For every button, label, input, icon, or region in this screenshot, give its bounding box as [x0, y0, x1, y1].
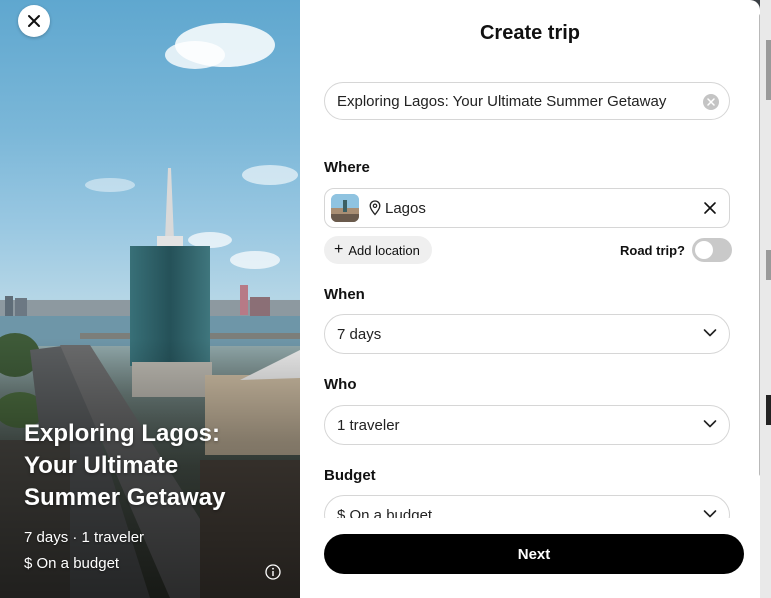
- close-button[interactable]: [18, 5, 50, 37]
- clear-icon: [707, 98, 715, 106]
- hero-trip-title: Exploring Lagos: Your Ultimate Summer Ge…: [24, 420, 226, 511]
- chevron-down-icon: [703, 420, 717, 428]
- when-select[interactable]: 7 days: [324, 314, 730, 354]
- add-location-button[interactable]: + Add location: [324, 236, 432, 264]
- edge-detail: [766, 250, 771, 280]
- clear-trip-name-button[interactable]: [703, 94, 719, 110]
- close-icon: [28, 15, 40, 27]
- create-trip-form: Create trip Exploring Lagos: Your Ultima…: [300, 0, 760, 598]
- location-chip[interactable]: Lagos: [324, 188, 730, 228]
- info-icon[interactable]: [265, 564, 281, 580]
- location-name: Lagos: [385, 199, 426, 217]
- create-trip-modal: Exploring Lagos: Your Ultimate Summer Ge…: [0, 0, 760, 598]
- next-button[interactable]: Next: [324, 534, 744, 574]
- road-trip-label: Road trip?: [620, 243, 685, 258]
- who-label: Who: [324, 376, 357, 393]
- location-thumbnail: [331, 194, 359, 222]
- hero-trip-meta: 7 days · 1 traveler: [24, 529, 145, 546]
- when-label: When: [324, 286, 365, 303]
- form-footer: Next: [300, 518, 760, 598]
- budget-label: Budget: [324, 467, 376, 484]
- who-value: 1 traveler: [337, 416, 400, 434]
- road-trip-toggle[interactable]: [692, 238, 732, 262]
- lagos-thumbnail-image: [331, 194, 359, 222]
- toggle-knob: [695, 241, 713, 259]
- add-location-label: Add location: [348, 242, 420, 258]
- plus-icon: +: [334, 241, 344, 258]
- background-page-edge: [760, 0, 771, 598]
- trip-name-input[interactable]: Exploring Lagos: Your Ultimate Summer Ge…: [324, 82, 730, 120]
- when-value: 7 days: [337, 325, 382, 343]
- where-label: Where: [324, 159, 370, 176]
- modal-title: Create trip: [479, 22, 581, 44]
- remove-location-icon[interactable]: [703, 201, 717, 215]
- edge-detail: [766, 395, 771, 425]
- edge-detail: [766, 40, 771, 100]
- map-pin-icon: [369, 200, 381, 216]
- chevron-down-icon: [703, 329, 717, 337]
- trip-name-value: Exploring Lagos: Your Ultimate Summer Ge…: [337, 92, 667, 110]
- who-select[interactable]: 1 traveler: [324, 405, 730, 445]
- trip-cover-image: Exploring Lagos: Your Ultimate Summer Ge…: [0, 0, 300, 598]
- hero-trip-budget: $ On a budget: [24, 555, 120, 572]
